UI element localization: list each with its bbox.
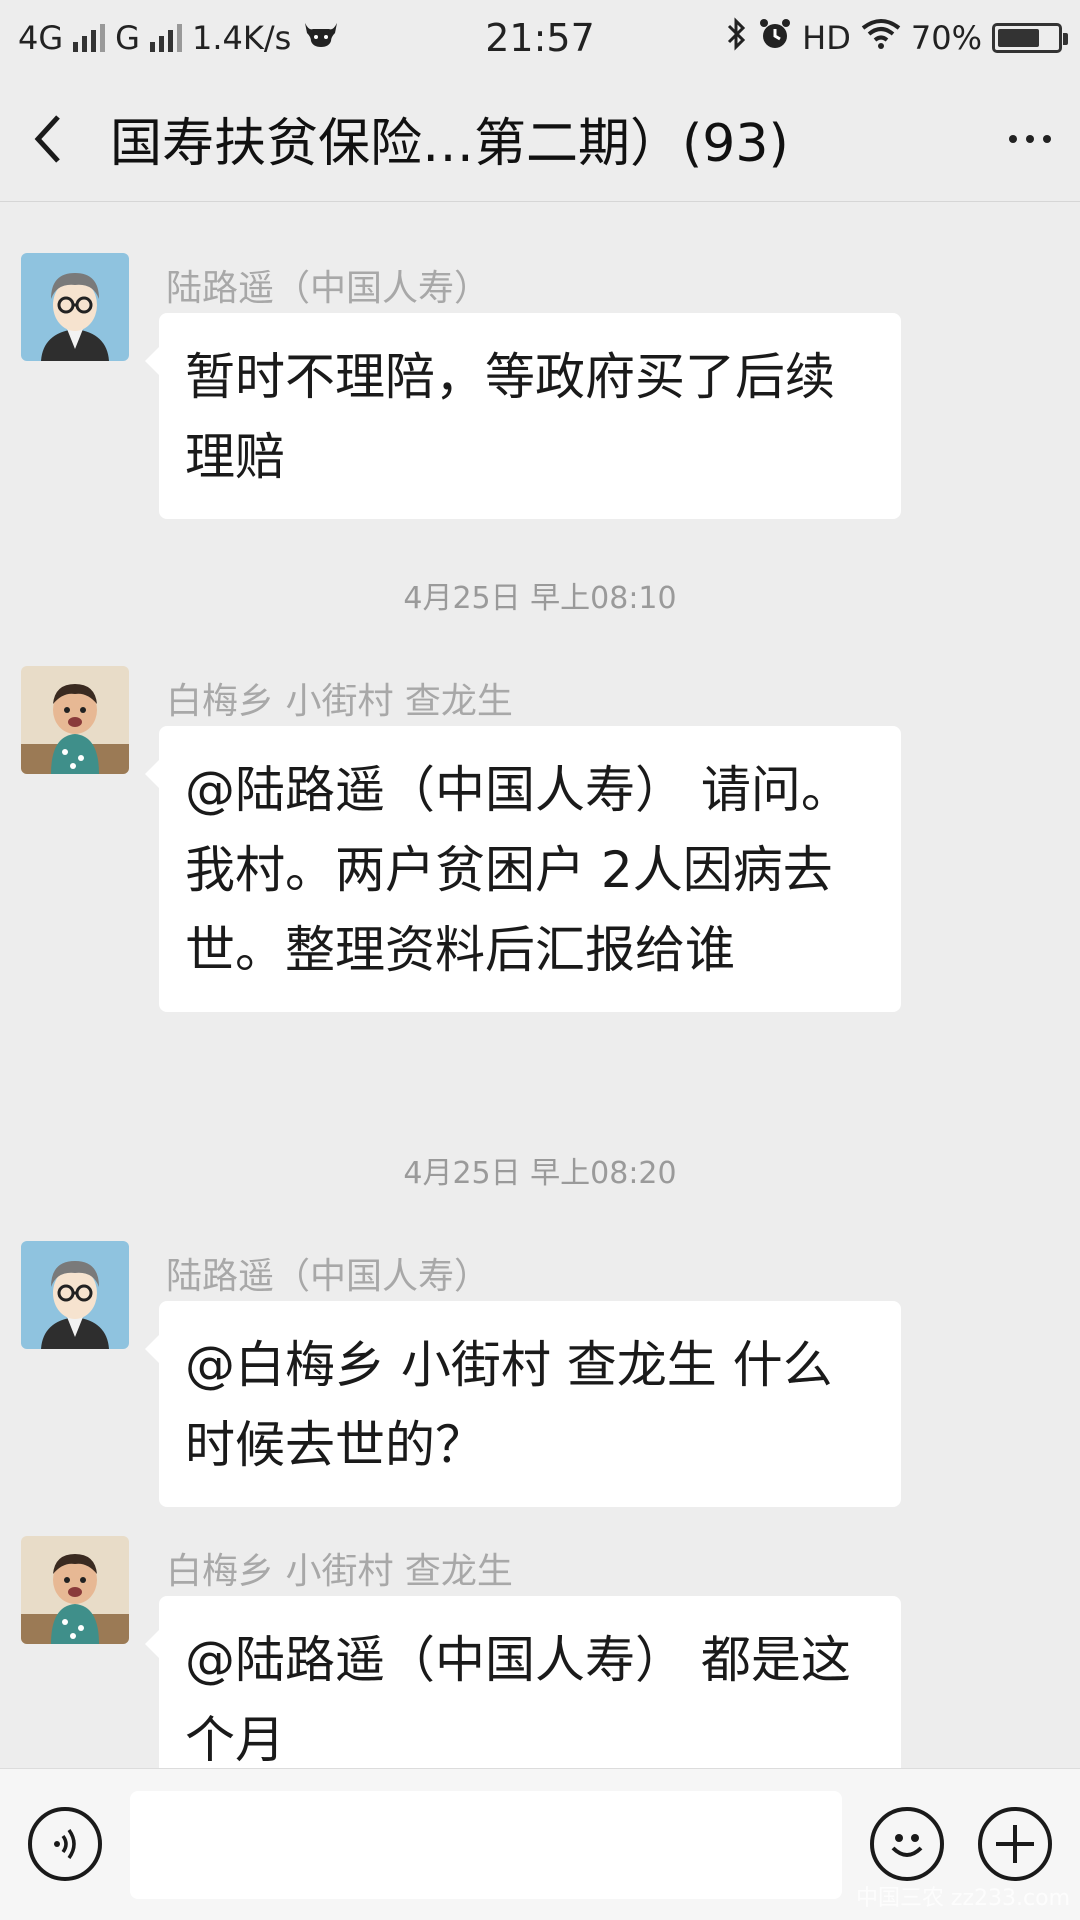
wifi-icon — [861, 18, 901, 58]
avatar[interactable] — [21, 1536, 129, 1644]
avatar-baby-icon — [21, 1536, 129, 1644]
bull-icon — [301, 19, 341, 57]
smiley-icon — [891, 1834, 923, 1857]
chat-area[interactable]: 陆路遥（中国人寿） 暂时不理陪，等政府买了后续理赔 4月25日 早上08:10 … — [0, 203, 1080, 1768]
sender-name: 陆路遥（中国人寿） — [166, 1256, 491, 1297]
chat-title: 国寿扶贫保险…第二期）(93) — [110, 114, 789, 174]
timestamp: 4月25日 早上08:10 — [403, 581, 677, 616]
avatar-glasses-man-icon — [21, 253, 129, 361]
avatar[interactable] — [21, 666, 129, 774]
avatar-glasses-man-icon — [21, 1241, 129, 1349]
sender-name: 白梅乡 小街村 查龙生 — [166, 681, 513, 722]
signal-icon — [73, 24, 106, 52]
avatar[interactable] — [21, 1241, 129, 1349]
avatar[interactable] — [21, 253, 129, 361]
hd-label: HD — [802, 19, 851, 57]
dot-icon — [1026, 134, 1034, 143]
network-speed: 1.4K/s — [191, 19, 292, 57]
voice-input-button[interactable] — [28, 1807, 102, 1881]
sender-name: 陆路遥（中国人寿） — [166, 268, 491, 309]
plus-icon — [996, 1825, 1034, 1863]
battery-percent: 70% — [910, 19, 982, 57]
chat-header: 国寿扶贫保险…第二期）(93) — [0, 76, 1080, 202]
avatar-baby-icon — [21, 666, 129, 774]
sender-name: 白梅乡 小街村 查龙生 — [166, 1551, 513, 1592]
dot-icon — [1009, 134, 1017, 143]
network-type-g: G — [115, 19, 140, 57]
network-type-4g: 4G — [18, 19, 64, 57]
status-bar: 4G G 1.4K/s 21:57 HD 70% — [0, 0, 1080, 76]
alarm-icon — [758, 17, 792, 59]
emoji-button[interactable] — [870, 1807, 944, 1881]
chevron-left-icon — [34, 114, 60, 163]
watermark: 中国三农 zz233.com — [855, 1886, 1070, 1911]
bluetooth-icon — [726, 17, 748, 59]
message-bubble[interactable]: @陆路遥（中国人寿） 都是这个月 — [145, 1596, 901, 1768]
battery-icon — [992, 23, 1068, 53]
voice-icon — [54, 1828, 76, 1860]
message-bubble[interactable]: @陆路遥（中国人寿） 请问。我村。两户贫困户 2人因病去世。整理资料后汇报给谁 — [145, 726, 901, 1012]
input-bar: 中国三农 zz233.com — [0, 1768, 1080, 1920]
back-button[interactable] — [0, 76, 96, 202]
dot-icon — [1043, 134, 1051, 143]
message-bubble[interactable]: @白梅乡 小街村 查龙生 什么时候去世的？ — [145, 1301, 901, 1507]
more-functions-button[interactable] — [978, 1807, 1052, 1881]
timestamp: 4月25日 早上08:20 — [403, 1156, 677, 1191]
message-bubble[interactable]: 暂时不理陪，等政府买了后续理赔 — [145, 313, 901, 519]
message-input[interactable] — [130, 1791, 842, 1899]
more-options-button[interactable] — [980, 76, 1080, 202]
signal-icon-2 — [149, 24, 182, 52]
